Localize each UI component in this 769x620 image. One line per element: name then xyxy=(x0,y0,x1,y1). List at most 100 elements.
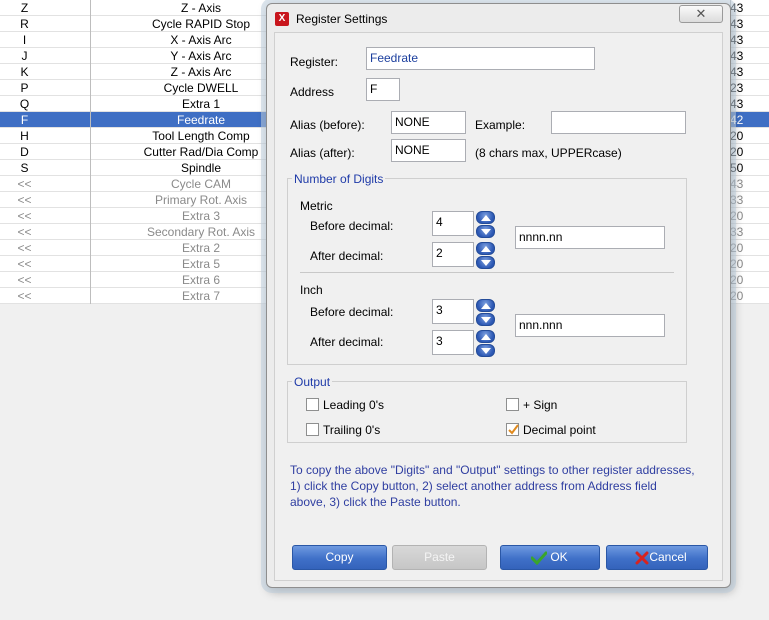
instructions-line-2: 1) click the Copy button, 2) select anot… xyxy=(290,479,657,493)
register-value-cell: 50 xyxy=(730,161,744,175)
inch-before-spinner[interactable] xyxy=(476,299,495,326)
register-value-cell: 20 xyxy=(730,289,744,303)
decimal-point-checkbox[interactable] xyxy=(506,423,519,436)
ok-button[interactable]: OK xyxy=(500,545,600,570)
output-title: Output xyxy=(292,375,333,389)
metric-before-spinner[interactable] xyxy=(476,211,495,238)
register-code-cell: K xyxy=(20,65,29,79)
trailing-zeros-checkbox[interactable] xyxy=(306,423,319,436)
metric-after-label: After decimal: xyxy=(310,249,384,263)
trailing-zeros-label: Trailing 0's xyxy=(323,423,381,437)
register-code-cell: << xyxy=(17,177,32,191)
decimal-point-label: Decimal point xyxy=(523,423,596,437)
register-value-cell: 42 xyxy=(730,113,744,127)
alias-before-label: Alias (before): xyxy=(290,118,365,132)
register-code-cell: << xyxy=(17,241,32,255)
copy-button[interactable]: Copy xyxy=(292,545,387,570)
spin-up-icon[interactable] xyxy=(476,211,495,224)
spin-down-icon[interactable] xyxy=(476,344,495,357)
register-value-cell: 33 xyxy=(730,225,744,239)
spin-up-icon[interactable] xyxy=(476,330,495,343)
example-field[interactable] xyxy=(551,111,686,134)
register-code-cell: << xyxy=(17,209,32,223)
register-value-cell: 43 xyxy=(730,65,744,79)
register-name-field[interactable]: Feedrate xyxy=(366,47,595,70)
register-value-cell: 43 xyxy=(730,49,744,63)
copy-instructions: To copy the above "Digits" and "Output" … xyxy=(290,462,720,510)
register-value-cell: 43 xyxy=(730,1,744,15)
register-code-cell: R xyxy=(20,17,29,31)
inch-before-field[interactable]: 3 xyxy=(432,299,474,324)
dialog-titlebar[interactable]: X Register Settings ✕ xyxy=(267,4,730,32)
register-code-cell: << xyxy=(17,225,32,239)
register-code-cell: J xyxy=(21,49,28,63)
alias-after-field[interactable]: NONE xyxy=(391,139,466,162)
close-button[interactable]: ✕ xyxy=(679,5,723,23)
alias-before-field[interactable]: NONE xyxy=(391,111,466,134)
address-field[interactable]: F xyxy=(366,78,400,101)
inch-after-label: After decimal: xyxy=(310,335,384,349)
inch-after-spinner[interactable] xyxy=(476,330,495,357)
spin-up-icon[interactable] xyxy=(476,299,495,312)
example-label: Example: xyxy=(475,118,526,132)
register-code-cell: << xyxy=(17,289,32,303)
register-code-cell: Q xyxy=(19,97,30,111)
metric-before-label: Before decimal: xyxy=(310,219,394,233)
register-value-cell: 43 xyxy=(730,17,744,31)
dialog-body: Register: Feedrate Address F Alias (befo… xyxy=(274,32,723,581)
register-settings-dialog: X Register Settings ✕ Register: Feedrate… xyxy=(266,3,731,588)
register-value-cell: 20 xyxy=(730,257,744,271)
inch-format-example: nnn.nnn xyxy=(515,314,665,337)
address-label: Address xyxy=(290,85,335,99)
leading-zeros-label: Leading 0's xyxy=(323,398,385,412)
register-code-cell: S xyxy=(20,161,29,175)
alias-hint: (8 chars max, UPPERcase) xyxy=(475,146,622,160)
inch-before-label: Before decimal: xyxy=(310,305,394,319)
plus-sign-label: + Sign xyxy=(523,398,558,412)
instructions-line-3: above, 3) click the Paste button. xyxy=(290,495,461,509)
copy-button-label: Copy xyxy=(325,550,354,564)
cancel-x-icon xyxy=(635,551,649,565)
register-code-cell: << xyxy=(17,273,32,287)
inch-label: Inch xyxy=(300,283,323,297)
close-icon: ✕ xyxy=(695,6,707,21)
cancel-button[interactable]: Cancel xyxy=(606,545,708,570)
register-code-cell: << xyxy=(17,257,32,271)
register-value-cell: 20 xyxy=(730,241,744,255)
register-code-cell: Z xyxy=(20,1,29,15)
ok-button-label: OK xyxy=(550,550,568,564)
cancel-button-label: Cancel xyxy=(649,550,687,564)
register-value-cell: 43 xyxy=(730,33,744,47)
metric-after-spinner[interactable] xyxy=(476,242,495,269)
register-value-cell: 23 xyxy=(730,81,744,95)
register-value-cell: 20 xyxy=(730,273,744,287)
register-value-cell: 20 xyxy=(730,129,744,143)
register-code-cell: << xyxy=(17,193,32,207)
inch-after-field[interactable]: 3 xyxy=(432,330,474,355)
plus-sign-checkbox[interactable] xyxy=(506,398,519,411)
instructions-line-1: To copy the above "Digits" and "Output" … xyxy=(290,463,695,477)
paste-button[interactable]: Paste xyxy=(392,545,487,570)
spin-down-icon[interactable] xyxy=(476,313,495,326)
leading-zeros-checkbox[interactable] xyxy=(306,398,319,411)
ok-check-icon xyxy=(531,551,547,565)
spin-down-icon[interactable] xyxy=(476,225,495,238)
register-code-cell: D xyxy=(20,145,29,159)
register-label: Register: xyxy=(290,55,339,69)
spin-down-icon[interactable] xyxy=(476,256,495,269)
metric-format-example: nnnn.nn xyxy=(515,226,665,249)
metric-after-field[interactable]: 2 xyxy=(432,242,474,267)
app-logo-icon: X xyxy=(275,12,289,26)
metric-before-field[interactable]: 4 xyxy=(432,211,474,236)
register-code-cell: H xyxy=(20,129,29,143)
alias-after-label: Alias (after): xyxy=(290,146,355,160)
register-code-cell: F xyxy=(20,113,29,127)
register-value-cell: 43 xyxy=(730,177,744,191)
register-value-cell: 43 xyxy=(730,97,744,111)
number-of-digits-title: Number of Digits xyxy=(292,172,386,186)
register-value-cell: 33 xyxy=(730,193,744,207)
dialog-title: Register Settings xyxy=(296,12,388,26)
register-value-cell: 20 xyxy=(730,145,744,159)
metric-inch-divider xyxy=(300,272,674,273)
spin-up-icon[interactable] xyxy=(476,242,495,255)
